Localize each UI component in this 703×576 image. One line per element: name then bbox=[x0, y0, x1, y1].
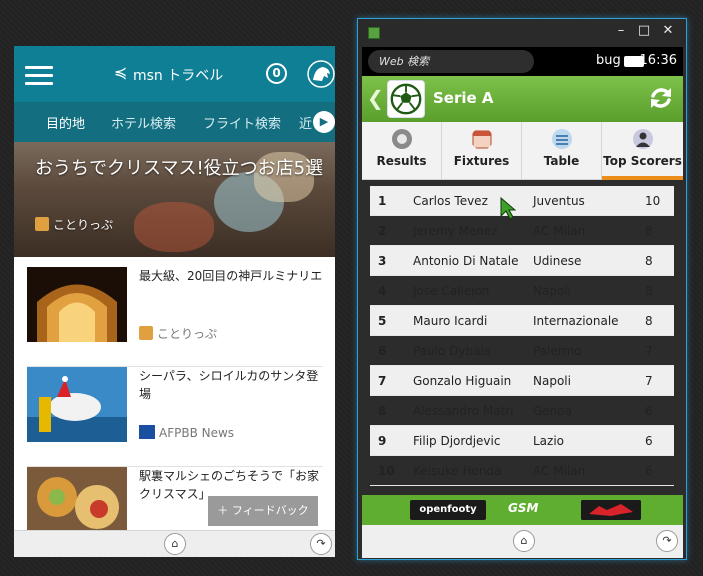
news-title: シーパラ、シロイルカのサンタ登場 bbox=[139, 369, 319, 401]
hero-title: おうちでクリスマス!役立つお店5選 bbox=[35, 158, 324, 179]
msn-top-bar: ≼ msn トラベル 0 bbox=[14, 46, 335, 102]
scorer-icon bbox=[632, 129, 653, 149]
soccer-ball-icon bbox=[387, 80, 425, 118]
tab-table[interactable]: Table bbox=[522, 122, 602, 180]
table-row[interactable]: 1 Carlos Tevez Juventus 10 bbox=[370, 186, 674, 216]
minimize-icon[interactable]: – bbox=[612, 23, 630, 38]
table-row[interactable]: 2 Jeremy Menez AC Milan 8 bbox=[370, 216, 674, 246]
hamburger-menu-icon[interactable] bbox=[25, 66, 53, 86]
table-row[interactable]: 5 Mauro Icardi Internazionale 8 bbox=[370, 306, 674, 336]
tab-destination[interactable]: 目的地 bbox=[46, 113, 85, 132]
table-icon bbox=[551, 129, 572, 149]
news-thumbnail bbox=[27, 267, 127, 342]
web-search-input[interactable]: Web 検索 bbox=[368, 50, 534, 73]
chevron-right-icon[interactable]: ▶ bbox=[313, 111, 335, 133]
list-item[interactable]: シーパラ、シロイルカのサンタ登場 AFPBB News bbox=[27, 367, 323, 467]
calendar-icon bbox=[472, 130, 491, 149]
table-row[interactable]: 8 Alessandro Matri Genoa 6 bbox=[370, 396, 674, 426]
home-icon[interactable]: ⌂ bbox=[513, 530, 535, 552]
avatar[interactable] bbox=[307, 60, 335, 88]
news-source: ことりっぷ bbox=[139, 325, 217, 342]
msn-travel-window: ≼ msn トラベル 0 目的地 ホテル検索 フライト検索 近 ▶ おうちでクリ… bbox=[14, 46, 335, 557]
section-tabs: Results Fixtures Table Top Scorers bbox=[362, 122, 683, 180]
table-row[interactable]: 9 Filip Djordjevic Lazio 6 bbox=[370, 426, 674, 456]
home-icon[interactable]: ⌂ bbox=[164, 533, 186, 555]
window-titlebar[interactable]: – □ ✕ bbox=[358, 19, 686, 47]
msn-back-icon[interactable]: ≼ bbox=[114, 63, 127, 82]
news-title: 最大級、20回目の神戸ルミナリエ bbox=[139, 269, 323, 283]
app-header: ❮ Serie A bbox=[362, 76, 683, 122]
carrier-label: bug bbox=[596, 53, 621, 68]
source-icon bbox=[35, 217, 49, 231]
sponsor-logo-icon[interactable] bbox=[581, 500, 641, 520]
app-title: msn トラベル bbox=[133, 68, 224, 84]
table-row[interactable]: 6 Paulo Dybala Palermo 7 bbox=[370, 336, 674, 366]
app-window-icon bbox=[368, 27, 380, 39]
redo-icon[interactable]: ↷ bbox=[310, 533, 332, 555]
feedback-button[interactable]: ＋ フィードバック bbox=[208, 496, 318, 526]
tab-flight-search[interactable]: フライト検索 bbox=[203, 113, 281, 132]
tab-fixtures[interactable]: Fixtures bbox=[442, 122, 522, 180]
refresh-icon[interactable] bbox=[647, 84, 675, 112]
category-tabs: 目的地 ホテル検索 フライト検索 近 ▶ bbox=[14, 102, 335, 142]
status-time: 16:36 bbox=[639, 53, 677, 68]
table-row[interactable]: 4 Jose Callejon Napoli 8 bbox=[370, 276, 674, 306]
status-bar: Web 検索 bug 16:36 bbox=[362, 47, 683, 76]
sponsor-footer: openfooty GSM bbox=[362, 495, 683, 525]
hero-article[interactable]: おうちでクリスマス!役立つお店5選 ことりっぷ bbox=[14, 142, 335, 257]
afp-logo-icon bbox=[139, 425, 155, 439]
source-icon bbox=[139, 326, 153, 340]
news-thumbnail bbox=[27, 367, 127, 442]
league-title: Serie A bbox=[433, 89, 494, 107]
tab-more[interactable]: 近 bbox=[299, 113, 312, 132]
serie-a-window: – □ ✕ Web 検索 bug 16:36 ❮ Serie A Results bbox=[357, 18, 687, 560]
bottom-nav-bar: ⌂ ↷ bbox=[14, 530, 335, 557]
table-row[interactable]: 3 Antonio Di Natale Udinese 8 bbox=[370, 246, 674, 276]
notification-badge[interactable]: 0 bbox=[266, 63, 287, 84]
hero-source: ことりっぷ bbox=[35, 216, 113, 233]
table-row[interactable]: 7 Gonzalo Higuain Napoli 7 bbox=[370, 366, 674, 396]
list-item[interactable]: 最大級、20回目の神戸ルミナリエ ことりっぷ bbox=[27, 267, 323, 367]
redo-icon[interactable]: ↷ bbox=[656, 530, 678, 552]
news-source: AFPBB News bbox=[139, 425, 234, 440]
back-chevron-icon[interactable]: ❮ bbox=[367, 86, 384, 110]
tab-hotel-search[interactable]: ホテル検索 bbox=[111, 113, 176, 132]
top-scorers-table: 1 Carlos Tevez Juventus 10 2 Jeremy Menez AC … bbox=[370, 186, 674, 486]
tab-results[interactable]: Results bbox=[362, 122, 442, 180]
bottom-nav-bar: ⌂ ↷ bbox=[362, 525, 683, 558]
maximize-icon[interactable]: □ bbox=[635, 23, 653, 38]
gsm-logo[interactable]: GSM bbox=[508, 501, 538, 515]
table-row[interactable]: 10 Keisuke Honda AC Milan 6 bbox=[370, 456, 674, 486]
results-icon bbox=[391, 129, 412, 149]
openfooty-logo[interactable]: openfooty bbox=[410, 500, 486, 520]
close-icon[interactable]: ✕ bbox=[659, 23, 677, 38]
tab-top-scorers[interactable]: Top Scorers bbox=[602, 122, 683, 180]
mouse-cursor-icon bbox=[500, 197, 516, 220]
